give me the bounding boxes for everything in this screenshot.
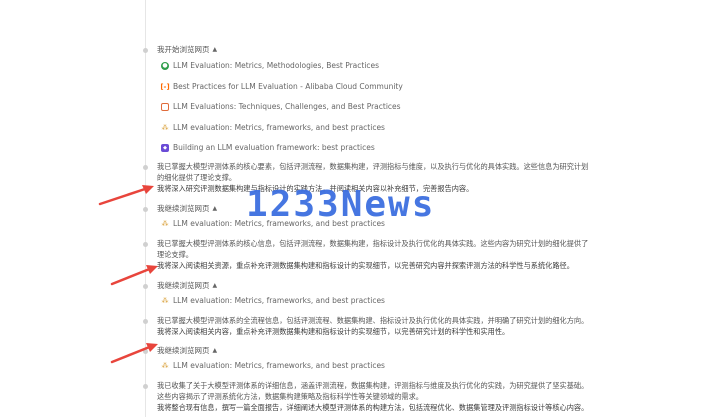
browse-label: 我继续浏览网页	[157, 281, 210, 290]
green-circle-icon: ●	[161, 61, 169, 70]
source-link[interactable]: ⁂ LLM evaluation: Metrics, frameworks, a…	[161, 296, 385, 305]
source-title: LLM evaluation: Metrics, frameworks, and…	[173, 123, 385, 132]
chevron-up-icon: ▲	[212, 205, 218, 212]
source-link[interactable]: LLM Evaluations: Techniques, Challenges,…	[161, 102, 401, 111]
timeline-dot	[143, 242, 148, 247]
paragraph-line: 我已掌握大模型评测体系的全流程信息，包括评测流程、数据集构建、指标设计及执行优化…	[157, 316, 589, 325]
source-title: LLM evaluation: Metrics, frameworks, and…	[173, 296, 385, 305]
thought-paragraph: 我已掌握大模型评测体系的核心信息，包括评测流程，数据集构建，指标设计及执行优化的…	[157, 238, 597, 271]
paragraph-line: 我已掌握大模型评测体系的核心要素，包括评测流程，数据集构建，评测指标与维度，以及…	[157, 162, 589, 171]
browse-toggle[interactable]: 我继续浏览网页 ▲	[157, 280, 217, 291]
tag-icon: ⁂	[161, 123, 169, 132]
timeline-dot	[143, 165, 148, 170]
paragraph-line: 理论支撑。	[157, 250, 193, 259]
source-link[interactable]: ⁂ LLM evaluation: Metrics, frameworks, a…	[161, 361, 385, 370]
source-title: Building an LLM evaluation framework: be…	[173, 143, 375, 152]
paragraph-line: 我将深入阅读相关资源，重点补充评测数据集构建和指标设计的实现细节，以完善研究内容…	[157, 261, 574, 270]
paragraph-line: 我将整合现有信息，撰写一篇全面报告，详细阐述大模型评测体系的构建方法，包括流程优…	[157, 403, 589, 412]
timeline-dot	[143, 319, 148, 324]
browse-label: 我开始浏览网页	[157, 45, 210, 54]
source-title: LLM Evaluations: Techniques, Challenges,…	[173, 102, 401, 111]
source-title: LLM evaluation: Metrics, frameworks, and…	[173, 361, 385, 370]
watermark-text: 1233News	[246, 184, 436, 225]
annotation-arrow	[98, 185, 154, 206]
paragraph-line: 这些内容揭示了评测系统化方法，数据集构建策略及指标科学性等关键领域的需求。	[157, 392, 423, 401]
annotation-arrow	[110, 265, 158, 286]
paragraph-line: 我将深入阅读相关内容，重点补充评测数据集构建和指标设计的实现细节，以完善研究计划…	[157, 327, 510, 336]
paragraph-line: 我已掌握大模型评测体系的核心信息，包括评测流程，数据集构建，指标设计及执行优化的…	[157, 239, 589, 248]
timeline-dot	[143, 48, 148, 53]
thought-paragraph: 我已收集了关于大模型评测体系的详细信息，涵盖评测流程，数据集构建，评测指标与维度…	[157, 380, 597, 413]
alibaba-icon: [-]	[160, 82, 170, 91]
source-link[interactable]: [-] Best Practices for LLM Evaluation - …	[160, 82, 403, 91]
source-title: LLM Evaluation: Metrics, Methodologies, …	[173, 61, 380, 70]
source-title: Best Practices for LLM Evaluation - Alib…	[173, 82, 403, 91]
chevron-up-icon: ▲	[212, 46, 218, 53]
browse-toggle[interactable]: 我继续浏览网页 ▲	[157, 345, 217, 356]
purple-square-icon: ◆	[161, 143, 169, 152]
browse-toggle[interactable]: 我开始浏览网页 ▲	[157, 44, 217, 55]
chevron-up-icon: ▲	[212, 347, 218, 354]
timeline-dot	[143, 384, 148, 389]
browse-toggle[interactable]: 我继续浏览网页 ▲	[157, 203, 217, 214]
paragraph-line: 的细化提供了理论支撑。	[157, 173, 237, 182]
chevron-up-icon: ▲	[212, 282, 218, 289]
source-link[interactable]: ◆ Building an LLM evaluation framework: …	[161, 143, 375, 152]
annotation-arrow	[110, 343, 158, 364]
box-icon	[161, 102, 169, 111]
thought-paragraph: 我已掌握大模型评测体系的全流程信息，包括评测流程、数据集构建、指标设计及执行优化…	[157, 315, 597, 337]
tag-icon: ⁂	[161, 219, 169, 228]
source-link[interactable]: ● LLM Evaluation: Metrics, Methodologies…	[161, 61, 379, 70]
paragraph-line: 我已收集了关于大模型评测体系的详细信息，涵盖评测流程，数据集构建，评测指标与维度…	[157, 381, 589, 390]
source-link[interactable]: ⁂ LLM evaluation: Metrics, frameworks, a…	[161, 123, 385, 132]
tag-icon: ⁂	[161, 296, 169, 305]
browse-label: 我继续浏览网页	[157, 204, 210, 213]
browse-label: 我继续浏览网页	[157, 346, 210, 355]
